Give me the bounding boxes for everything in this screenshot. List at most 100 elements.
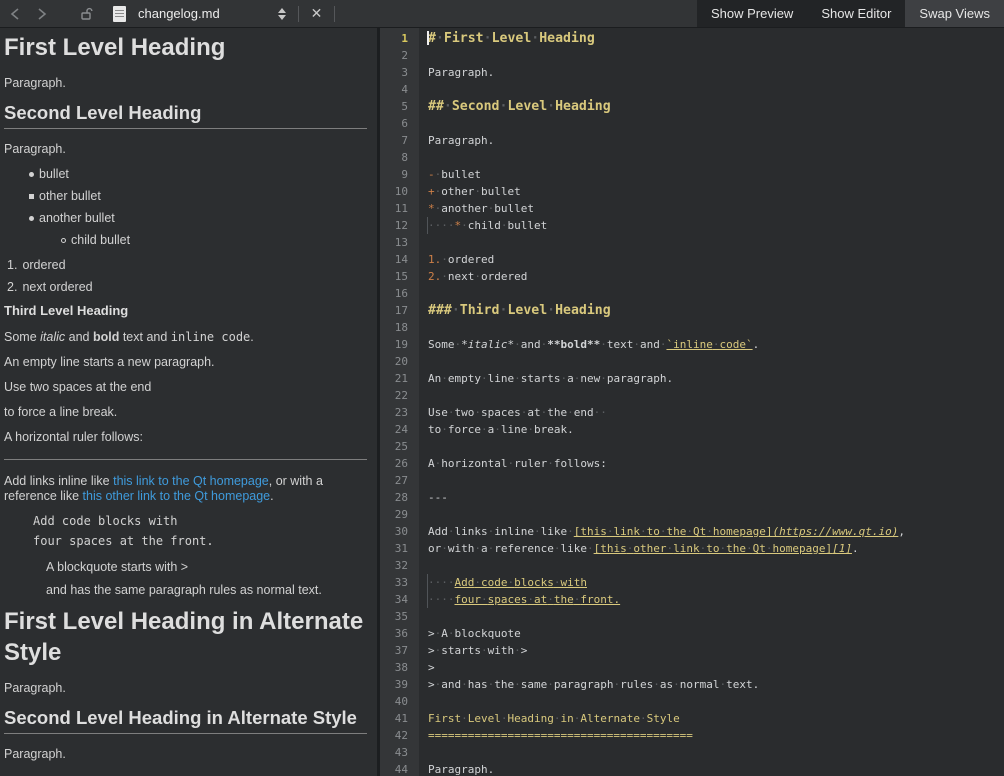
preview-paragraph: Paragraph. (4, 76, 367, 91)
line-number: 36 (380, 625, 419, 642)
editor-line[interactable]: 24to·force·a·line·break. (380, 421, 1004, 438)
editor-line[interactable]: 141.·ordered (380, 251, 1004, 268)
line-number: 31 (380, 540, 419, 557)
editor-line[interactable]: 28--- (380, 489, 1004, 506)
line-number: 24 (380, 421, 419, 438)
preview-bullet-list: bulletother bulletanother bulletchild bu… (4, 167, 367, 248)
line-number: 29 (380, 506, 419, 523)
line-number: 28 (380, 489, 419, 506)
editor-line[interactable]: 5##·Second·Level·Heading (380, 98, 1004, 115)
markdown-source-editor[interactable]: 1#·First·Level·Heading23Paragraph.45##·S… (380, 28, 1004, 776)
separator (298, 6, 299, 22)
bullet-disc-icon (29, 216, 34, 221)
editor-line[interactable]: 11*·another·bullet (380, 200, 1004, 217)
editor-line[interactable]: 17###·Third·Level·Heading (380, 302, 1004, 319)
preview-ordered-list: 1.ordered2.next ordered (4, 258, 367, 295)
preview-h2-alt: Second Level Heading in Alternate Style (4, 706, 367, 734)
editor-line[interactable]: 23Use·two·spaces·at·the·end·· (380, 404, 1004, 421)
ordered-list-item: 1.ordered (4, 258, 367, 273)
editor-line[interactable]: 44Paragraph. (380, 761, 1004, 776)
editor-line[interactable]: 4 (380, 81, 1004, 98)
document-dropdown-icon[interactable] (272, 4, 292, 24)
editor-line[interactable]: 30Add·links·inline·like·[this·link·to·th… (380, 523, 1004, 540)
editor-line[interactable]: 39>·and·has·the·same·paragraph·rules·as·… (380, 676, 1004, 693)
close-document-button[interactable]: ✕ (305, 3, 329, 24)
editor-line[interactable]: 38> (380, 659, 1004, 676)
editor-line[interactable]: 3Paragraph. (380, 64, 1004, 81)
editor-line[interactable]: 16 (380, 285, 1004, 302)
blockquote-line: A blockquote starts with > (46, 560, 367, 575)
editor-line[interactable]: 1#·First·Level·Heading (380, 30, 1004, 47)
editor-line[interactable]: 8 (380, 149, 1004, 166)
editor-line[interactable]: 36>·A·blockquote (380, 625, 1004, 642)
bullet-circle-icon (61, 238, 66, 243)
editor-line[interactable]: 18 (380, 319, 1004, 336)
editor-line[interactable]: 9-·bullet (380, 166, 1004, 183)
line-number: 25 (380, 438, 419, 455)
qt-homepage-link[interactable]: this link to the Qt homepage (113, 474, 269, 488)
line-number: 16 (380, 285, 419, 302)
qt-homepage-reference-link[interactable]: this other link to the Qt homepage (83, 489, 271, 503)
editor-line[interactable]: 26A·horizontal·ruler·follows: (380, 455, 1004, 472)
show-editor-button[interactable]: Show Editor (807, 0, 905, 27)
editor-line[interactable]: 7Paragraph. (380, 132, 1004, 149)
back-button[interactable] (3, 2, 27, 26)
editor-line[interactable]: 10+·other·bullet (380, 183, 1004, 200)
editor-line[interactable]: 13 (380, 234, 1004, 251)
line-number: 23 (380, 404, 419, 421)
line-number: 27 (380, 472, 419, 489)
editor-line[interactable]: 37>·starts·with·> (380, 642, 1004, 659)
editor-line[interactable]: 20 (380, 353, 1004, 370)
line-number: 43 (380, 744, 419, 761)
line-number: 8 (380, 149, 419, 166)
editor-line[interactable]: 21An·empty·line·starts·a·new·paragraph. (380, 370, 1004, 387)
line-number: 17 (380, 302, 419, 319)
editor-line[interactable]: 33····Add·code·blocks·with (380, 574, 1004, 591)
chevron-right-icon (37, 8, 47, 20)
line-number: 12 (380, 217, 419, 234)
line-number: 14 (380, 251, 419, 268)
line-number: 13 (380, 234, 419, 251)
editor-line[interactable]: 19Some·*italic*·and·**bold**·text·and·`i… (380, 336, 1004, 353)
document-icon (113, 6, 126, 22)
editor-line[interactable]: 32 (380, 557, 1004, 574)
line-number: 21 (380, 370, 419, 387)
editor-line[interactable]: 43 (380, 744, 1004, 761)
line-number: 22 (380, 387, 419, 404)
line-number: 3 (380, 64, 419, 81)
forward-button[interactable] (30, 2, 54, 26)
show-preview-button[interactable]: Show Preview (697, 0, 807, 27)
line-number: 42 (380, 727, 419, 744)
editor-line[interactable]: 29 (380, 506, 1004, 523)
top-toolbar: changelog.md ✕ Show Preview Show Editor … (0, 0, 1004, 28)
editor-line[interactable]: 40 (380, 693, 1004, 710)
view-buttons: Show Preview Show Editor Swap Views (697, 0, 1004, 27)
editor-line[interactable]: 42======================================… (380, 727, 1004, 744)
editor-line[interactable]: 25 (380, 438, 1004, 455)
editor-line[interactable]: 6 (380, 115, 1004, 132)
editor-line[interactable]: 2 (380, 47, 1004, 64)
editor-line[interactable]: 31or·with·a·reference·like·[this·other·l… (380, 540, 1004, 557)
blockquote-line: and has the same paragraph rules as norm… (46, 583, 367, 598)
line-number: 39 (380, 676, 419, 693)
preview-links-paragraph: Add links inline like this link to the Q… (4, 474, 367, 504)
markdown-preview-pane[interactable]: First Level Heading Paragraph. Second Le… (0, 28, 377, 776)
swap-views-button[interactable]: Swap Views (905, 0, 1004, 27)
editor-line[interactable]: 35 (380, 608, 1004, 625)
unlock-icon[interactable] (80, 7, 93, 20)
editor-line[interactable]: 152.·next·ordered (380, 268, 1004, 285)
line-number: 44 (380, 761, 419, 776)
editor-line[interactable]: 41First·Level·Heading·in·Alternate·Style (380, 710, 1004, 727)
line-number: 1 (380, 30, 419, 47)
editor-line[interactable]: 12····*·child·bullet (380, 217, 1004, 234)
line-number: 7 (380, 132, 419, 149)
line-number: 26 (380, 455, 419, 472)
bullet-square-icon (29, 194, 34, 199)
separator (334, 6, 335, 22)
open-file-name[interactable]: changelog.md (138, 6, 220, 21)
preview-h1: First Level Heading (4, 32, 367, 63)
editor-line[interactable]: 27 (380, 472, 1004, 489)
editor-line[interactable]: 22 (380, 387, 1004, 404)
line-number: 40 (380, 693, 419, 710)
editor-line[interactable]: 34····four·spaces·at·the·front. (380, 591, 1004, 608)
